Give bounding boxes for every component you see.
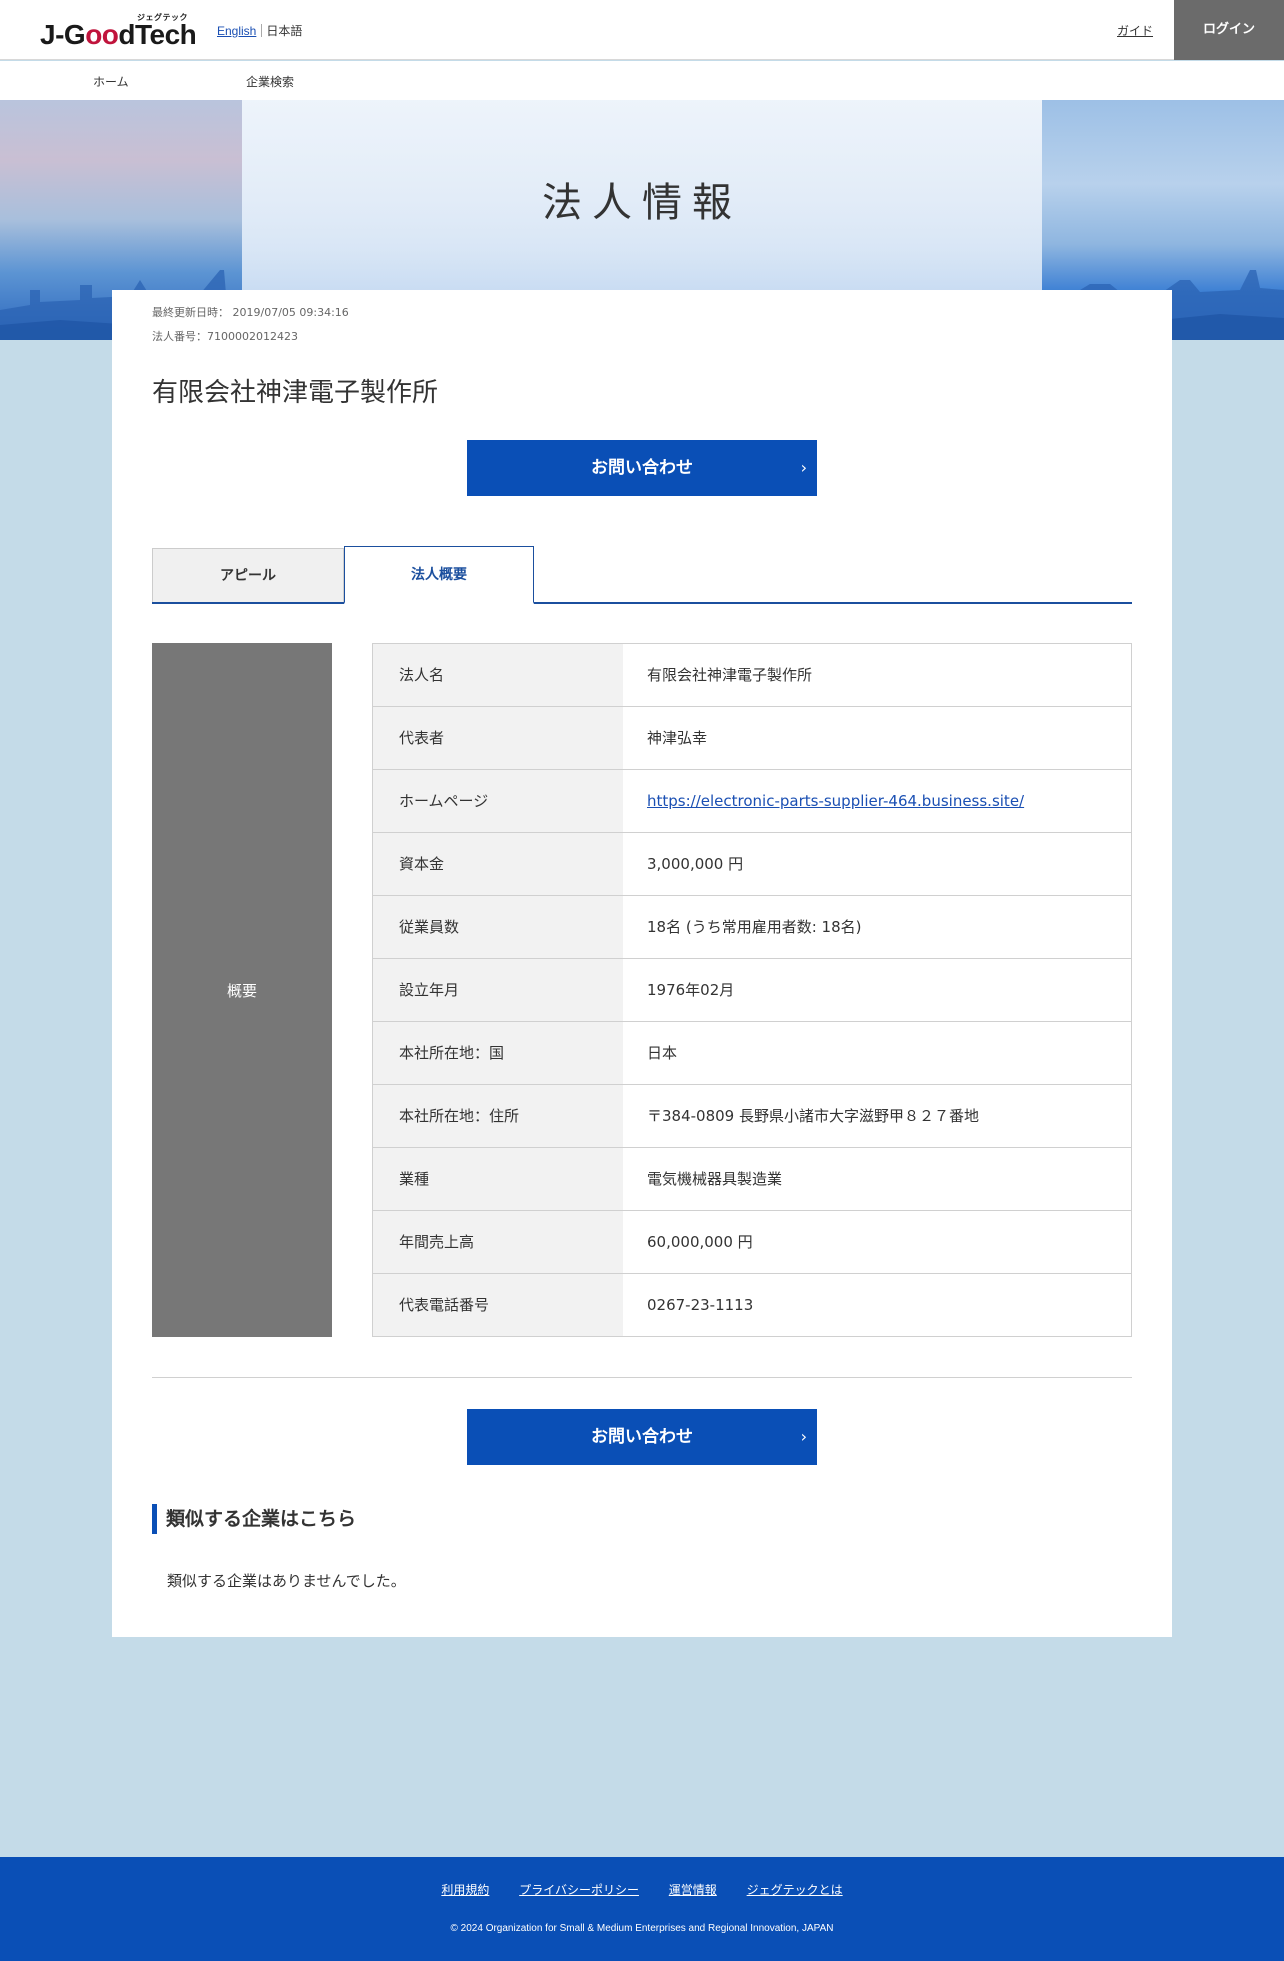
table-row: 代表電話番号 0267-23-1113 <box>373 1274 1132 1337</box>
row-value: 神津弘幸 <box>623 707 1131 769</box>
similar-companies-empty: 類似する企業はありませんでした。 <box>167 1572 406 1590</box>
last-updated: 最終更新日時： 2019/07/05 09:34:16 <box>152 306 349 319</box>
company-name: 有限会社神津電子製作所 <box>152 378 439 408</box>
footer-link-terms[interactable]: 利用規約 <box>441 1883 489 1897</box>
row-value: 有限会社神津電子製作所 <box>623 644 1131 706</box>
overview-section-label: 概要 <box>152 643 332 1337</box>
tab-bar: アピール 法人概要 <box>152 546 1132 604</box>
row-key: 本社所在地：住所 <box>373 1085 623 1147</box>
footer-link-operator[interactable]: 運営情報 <box>669 1883 717 1897</box>
similar-companies-heading: 類似する企業はこちら <box>152 1504 356 1534</box>
nav-company-search[interactable]: 企業検索 <box>246 73 294 90</box>
row-value: 1976年02月 <box>623 959 1131 1021</box>
footer-link-privacy[interactable]: プライバシーポリシー <box>519 1883 639 1897</box>
site-footer: 利用規約 プライバシーポリシー 運営情報 ジェグテックとは © 2024 Org… <box>0 1857 1284 1961</box>
table-row: 法人名 有限会社神津電子製作所 <box>373 644 1132 707</box>
language-switcher: English 日本語 <box>217 22 302 39</box>
row-key: 年間売上高 <box>373 1211 623 1273</box>
contact-button-label: お問い合わせ <box>591 1427 693 1447</box>
row-key: 法人名 <box>373 644 623 706</box>
table-row: ホームページ https://electronic-parts-supplier-… <box>373 770 1132 833</box>
row-value: 日本 <box>623 1022 1131 1084</box>
tab-appeal[interactable]: アピール <box>152 548 344 602</box>
row-key: 従業員数 <box>373 896 623 958</box>
footer-link-about[interactable]: ジェグテックとは <box>747 1883 843 1897</box>
footer-links: 利用規約 プライバシーポリシー 運営情報 ジェグテックとは <box>0 1881 1284 1898</box>
contact-button-label: お問い合わせ <box>591 458 693 478</box>
contact-button-top[interactable]: お問い合わせ › <box>467 440 817 496</box>
row-key: 業種 <box>373 1148 623 1210</box>
login-button[interactable]: ログイン <box>1174 0 1284 60</box>
contact-button-bottom[interactable]: お問い合わせ › <box>467 1409 817 1465</box>
page-title: 法人情報 <box>542 180 742 226</box>
row-value: 0267-23-1113 <box>623 1274 1131 1336</box>
chevron-right-icon: › <box>800 1427 807 1446</box>
row-value: 〒384-0809 長野県小諸市大字滋野甲８２７番地 <box>623 1085 1131 1147</box>
lang-divider <box>261 24 263 37</box>
row-value: 18名 (うち常用雇用者数: 18名) <box>623 896 1131 958</box>
row-key: 代表電話番号 <box>373 1274 623 1336</box>
row-key: ホームページ <box>373 770 623 832</box>
logo-text: J-GoodTech <box>40 19 197 50</box>
table-row: 資本金 3,000,000 円 <box>373 833 1132 896</box>
row-value: 電気機械器具製造業 <box>623 1148 1131 1210</box>
table-row: 本社所在地：住所 〒384-0809 長野県小諸市大字滋野甲８２７番地 <box>373 1085 1132 1148</box>
table-row: 年間売上高 60,000,000 円 <box>373 1211 1132 1274</box>
site-header: ジェグテック J-GoodTech English 日本語 ガイド ログイン <box>0 0 1284 60</box>
company-card: 最終更新日時： 2019/07/05 09:34:16 法人番号：7100002… <box>112 290 1172 1637</box>
corporate-number: 法人番号：7100002012423 <box>152 330 298 343</box>
table-row: 代表者 神津弘幸 <box>373 707 1132 770</box>
main-nav: ホーム 企業検索 <box>0 61 1284 100</box>
lang-english-link[interactable]: English <box>217 24 256 38</box>
table-row: 本社所在地：国 日本 <box>373 1022 1132 1085</box>
table-row: 従業員数 18名 (うち常用雇用者数: 18名) <box>373 896 1132 959</box>
row-value: 3,000,000 円 <box>623 833 1131 895</box>
homepage-link[interactable]: https://electronic-parts-supplier-464.bu… <box>647 792 1024 810</box>
j-goodtech-logo[interactable]: ジェグテック J-GoodTech <box>40 12 197 52</box>
table-row: 業種 電気機械器具製造業 <box>373 1148 1132 1211</box>
row-key: 本社所在地：国 <box>373 1022 623 1084</box>
tab-underline <box>152 602 1132 604</box>
nav-home[interactable]: ホーム <box>93 73 129 90</box>
section-divider <box>152 1377 1132 1378</box>
guide-link[interactable]: ガイド <box>1117 22 1153 39</box>
row-value: 60,000,000 円 <box>623 1211 1131 1273</box>
row-key: 代表者 <box>373 707 623 769</box>
row-value: https://electronic-parts-supplier-464.bu… <box>623 770 1131 832</box>
lang-japanese-current: 日本語 <box>266 24 303 38</box>
table-row: 設立年月 1976年02月 <box>373 959 1132 1022</box>
overview-table: 法人名 有限会社神津電子製作所 代表者 神津弘幸 ホームページ https://ele… <box>372 643 1132 1337</box>
row-key: 資本金 <box>373 833 623 895</box>
copyright: © 2024 Organization for Small & Medium E… <box>450 1923 834 1934</box>
row-key: 設立年月 <box>373 959 623 1021</box>
tab-corporate-overview[interactable]: 法人概要 <box>344 546 534 604</box>
chevron-right-icon: › <box>800 458 807 477</box>
